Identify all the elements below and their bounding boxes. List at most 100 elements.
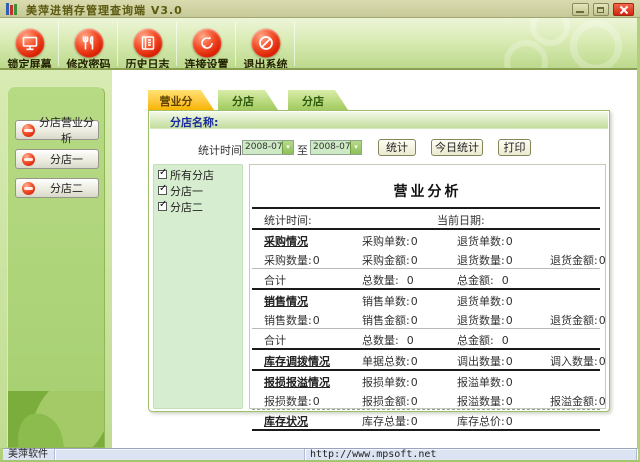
report-cell: 总数量:0 [362, 269, 457, 288]
report-rows: 统计时间:当前日期:采购情况采购单数:0退货单数:0采购数量:0采购金额:0退货… [252, 207, 600, 431]
report-cell: 报溢单数:0 [457, 371, 550, 390]
report-value: 0 [411, 235, 418, 248]
report-cell: 采购情况 [264, 230, 362, 249]
red-sphere-icon [22, 124, 35, 137]
report-value: 0 [506, 314, 513, 327]
report-row: 统计时间:当前日期: [252, 209, 600, 230]
report-cell: 采购金额:0 [362, 249, 457, 268]
status-bar: 美萍软件 http://www.mpsoft.net [3, 448, 637, 460]
toolbar-label: 历史日志 [118, 56, 177, 70]
tab-branch-sales[interactable]: 分店销售 [288, 90, 348, 110]
report-value: 0 [506, 295, 513, 308]
business-analysis-report: 营业分析 统计时间:当前日期:采购情况采购单数:0退货单数:0采购数量:0采购金… [249, 164, 606, 409]
branch-label: 分店二 [170, 199, 203, 215]
report-cell: 销售金额:0 [362, 309, 457, 328]
report-cell: 调出数量:0 [457, 350, 550, 369]
report-cell: 单据总数:0 [362, 350, 457, 369]
report-value: 0 [506, 235, 513, 248]
branch-item-2[interactable]: ✓ 分店二 [158, 200, 242, 213]
minimize-button[interactable] [572, 3, 589, 16]
report-row: 报损数量:0报损金额:0报溢数量:0报溢金额:0 [252, 390, 600, 410]
report-value: 0 [411, 355, 418, 368]
sidebar-button-branch-2[interactable]: 分店二 [15, 178, 99, 198]
today-stat-button[interactable]: 今日统计 [431, 139, 483, 156]
window-title: 美萍进销存管理查询端 V3.0 [26, 2, 183, 18]
report-value: 0 [506, 254, 513, 267]
report-row: 合计总数量:0总金额:0 [252, 329, 600, 350]
sidebar-panel: 分店营业分析 分店一 分店二 [7, 86, 105, 448]
tab-branch-inventory[interactable]: 分店库存 [218, 90, 278, 110]
report-cell: 销售单数:0 [362, 290, 457, 309]
sidebar-button-branch-analysis[interactable]: 分店营业分析 [15, 120, 99, 140]
date-to-picker[interactable]: 2008-07-02 ▾ [310, 140, 362, 155]
stat-button[interactable]: 统计 [378, 139, 416, 156]
chevron-down-icon[interactable]: ▾ [350, 141, 361, 154]
report-value: 0 [411, 314, 418, 327]
report-cell: 库存总价:0 [457, 410, 550, 429]
report-value: 0 [502, 334, 509, 347]
print-button[interactable]: 打印 [498, 139, 531, 156]
report-row: 报损报溢情况报损单数:0报溢单数:0 [252, 371, 600, 390]
toolbar-label: 锁定屏幕 [0, 56, 59, 70]
report-value: 0 [407, 334, 414, 347]
report-value: 0 [411, 415, 418, 428]
checkbox-checked-icon[interactable]: ✓ [158, 202, 167, 211]
checkbox-checked-icon[interactable]: ✓ [158, 186, 167, 195]
book-icon [133, 29, 162, 58]
report-cell: 退货单数:0 [457, 230, 550, 249]
report-value: 0 [313, 254, 320, 267]
report-cell: 销售情况 [264, 290, 362, 309]
toolbar-change-password[interactable]: 修改密码 [59, 18, 118, 70]
toolbar-label: 连接设置 [177, 56, 236, 70]
tab-business-analysis[interactable]: 营业分析 [148, 90, 214, 110]
chevron-down-icon[interactable]: ▾ [282, 141, 293, 154]
report-cell: 库存状况 [264, 410, 362, 429]
report-row: 采购数量:0采购金额:0退货数量:0退货金额:0 [252, 249, 600, 269]
date-from-value: 2008-07-01 [243, 141, 282, 154]
date-from-picker[interactable]: 2008-07-01 ▾ [242, 140, 294, 155]
sidebar-footer-decoration [8, 391, 104, 447]
app-window: 美萍进销存管理查询端 V3.0 锁定屏幕 修改密码 历史日志 [0, 0, 640, 462]
panel-header: 分店名称: [150, 112, 608, 129]
report-cell: 当前日期: [437, 209, 600, 228]
report-cell: 报损数量:0 [264, 390, 362, 409]
monitor-icon [15, 29, 44, 58]
toolbar-lock-screen[interactable]: 锁定屏幕 [0, 18, 59, 70]
toolbar-history-log[interactable]: 历史日志 [118, 18, 177, 70]
toolbar-label: 修改密码 [59, 56, 118, 70]
report-value: 0 [411, 395, 418, 408]
restore-button[interactable] [593, 3, 609, 16]
report-cell: 报损单数:0 [362, 371, 457, 390]
tools-icon [74, 29, 103, 58]
date-to-value: 2008-07-02 [311, 141, 350, 154]
report-value: 0 [599, 254, 606, 267]
branch-item-1[interactable]: ✓ 分店一 [158, 184, 242, 197]
branch-item-all[interactable]: ✓ 所有分店 [158, 168, 242, 181]
toolbar-exit-system[interactable]: 退出系统 [236, 18, 295, 70]
sidebar: 分店营业分析 分店一 分店二 [0, 70, 112, 448]
branch-name-label: 分店名称: [170, 114, 218, 130]
branch-tree: ✓ 所有分店 ✓ 分店一 ✓ 分店二 [153, 164, 243, 409]
red-sphere-icon [22, 182, 35, 195]
stat-time-label: 统计时间: [198, 142, 246, 158]
report-cell: 销售数量:0 [264, 309, 362, 328]
restore-icon [597, 7, 604, 13]
report-cell: 退货金额:0 [550, 309, 606, 328]
status-url: http://www.mpsoft.net [305, 449, 637, 460]
report-value: 0 [502, 274, 509, 287]
close-button[interactable] [613, 3, 634, 16]
main-area: 营业分析 分店库存 分店销售 分店名称: 统计时间: 2008-07-01 ▾ … [112, 70, 637, 448]
report-row: 销售数量:0销售金额:0退货数量:0退货金额:0 [252, 309, 600, 329]
report-cell: 退货数量:0 [457, 309, 550, 328]
toolbar-connection-settings[interactable]: 连接设置 [177, 18, 236, 70]
toolbar: 锁定屏幕 修改密码 历史日志 连接设置 退出系统 [0, 18, 640, 70]
report-cell: 合计 [264, 329, 362, 348]
report-value: 0 [599, 395, 606, 408]
checkbox-checked-icon[interactable]: ✓ [158, 170, 167, 179]
deco-swirl [504, 40, 548, 70]
red-sphere-icon [22, 153, 35, 166]
report-row: 库存调拨情况单据总数:0调出数量:0调入数量:0 [252, 350, 600, 371]
report-value: 0 [411, 295, 418, 308]
status-company: 美萍软件 [3, 449, 55, 460]
sidebar-button-branch-1[interactable]: 分店一 [15, 149, 99, 169]
